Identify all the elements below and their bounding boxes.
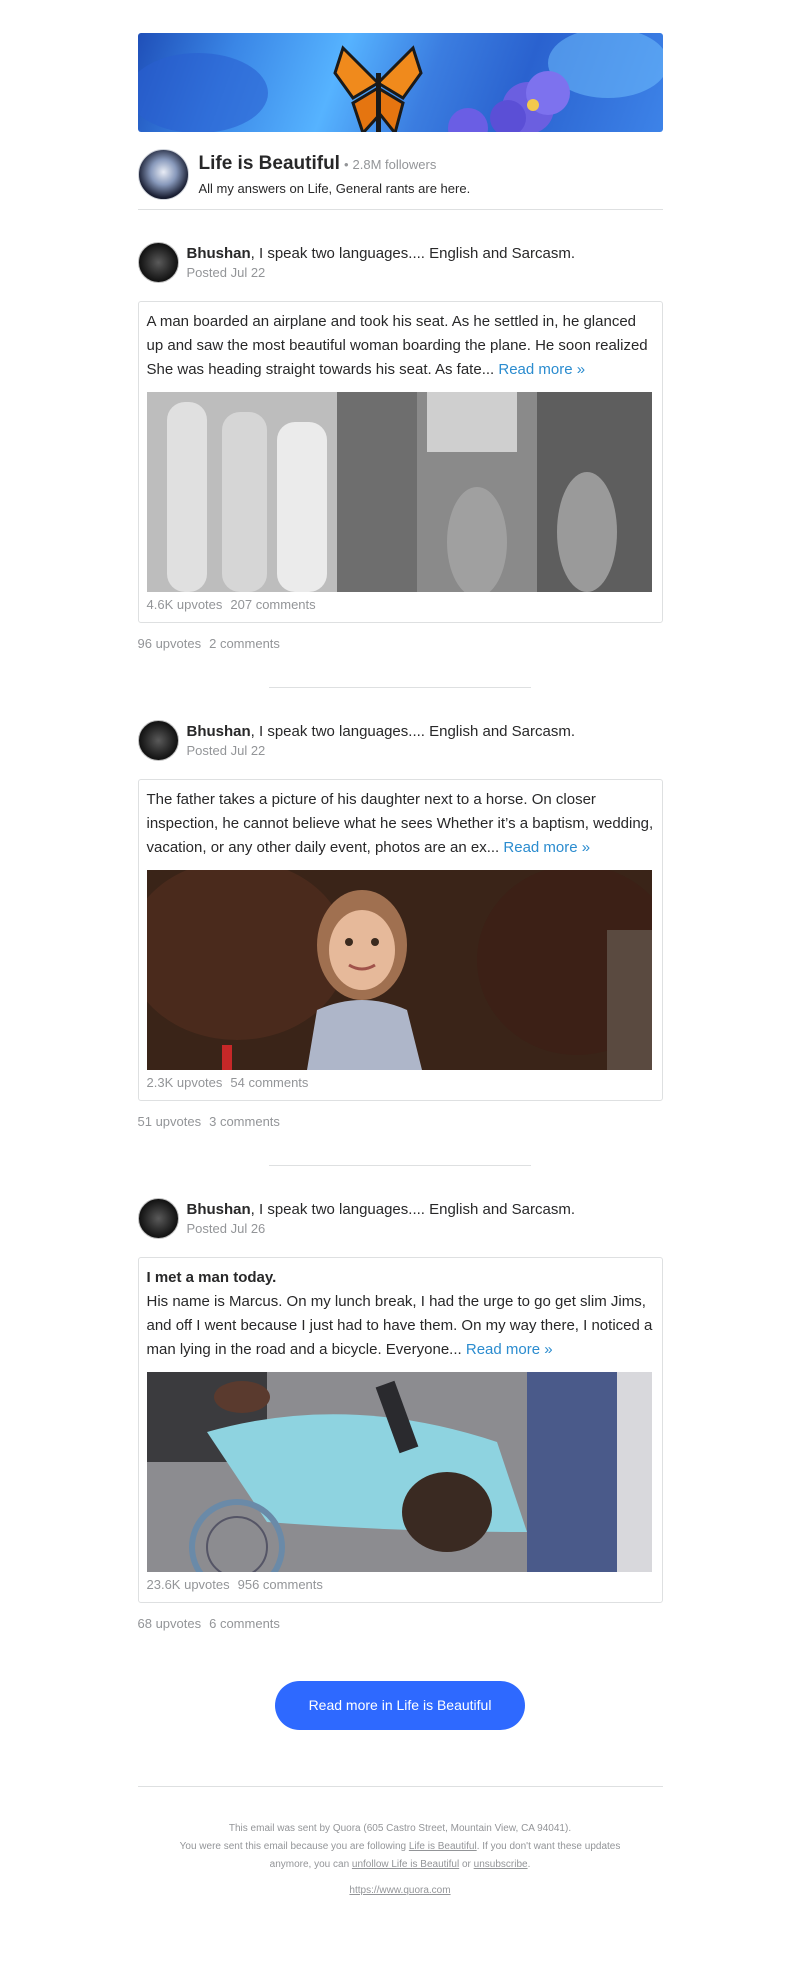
author-avatar[interactable] bbox=[137, 720, 179, 761]
post-image[interactable] bbox=[146, 392, 652, 592]
card-upvotes: 23.6K upvotes bbox=[146, 1577, 230, 1592]
space-title[interactable]: Life is Beautiful bbox=[199, 153, 340, 175]
post-item: Bhushan, I speak two languages.... Engli… bbox=[137, 242, 663, 651]
footer-sender-line: This email was sent by Quora (605 Castro… bbox=[228, 1823, 572, 1834]
footer-unsubscribe-line: anymore, you can unfollow Life is Beauti… bbox=[138, 1856, 663, 1874]
footer-reason-text-2: . If you don't want these updates bbox=[476, 1841, 621, 1852]
author-avatar[interactable] bbox=[137, 1198, 179, 1239]
post-card[interactable]: The father takes a picture of his daught… bbox=[137, 779, 663, 1101]
post-image[interactable] bbox=[146, 1372, 652, 1572]
card-upvotes: 2.3K upvotes bbox=[146, 1075, 223, 1090]
author-name[interactable]: Bhushan bbox=[187, 723, 251, 740]
author-credential: , I speak two languages.... English and … bbox=[250, 723, 576, 740]
post-divider bbox=[269, 687, 531, 688]
post-card[interactable]: I met a man today. His name is Marcus. O… bbox=[137, 1257, 663, 1603]
card-comments[interactable]: 956 comments bbox=[238, 1577, 323, 1592]
post-comments[interactable]: 2 comments bbox=[209, 636, 280, 651]
post-body: I met a man today. His name is Marcus. O… bbox=[147, 1266, 654, 1362]
post-body: A man boarded an airplane and took his s… bbox=[147, 310, 654, 382]
post-body-text: His name is Marcus. On my lunch break, I… bbox=[146, 1293, 653, 1358]
post-divider bbox=[269, 1165, 531, 1166]
post-item: Bhushan, I speak two languages.... Engli… bbox=[137, 720, 663, 1129]
post-upvotes: 96 upvotes bbox=[137, 636, 202, 651]
footer-divider bbox=[137, 1786, 663, 1787]
post-item: Bhushan, I speak two languages.... Engli… bbox=[137, 1198, 663, 1631]
read-more-link[interactable]: Read more » bbox=[498, 361, 585, 378]
read-more-link[interactable]: Read more » bbox=[503, 839, 590, 856]
footer-or-text: or bbox=[459, 1859, 474, 1870]
author-credential: , I speak two languages.... English and … bbox=[250, 1201, 576, 1218]
footer-reason-line: You were sent this email because you are… bbox=[138, 1838, 663, 1856]
space-avatar[interactable] bbox=[137, 149, 189, 200]
read-more-link[interactable]: Read more » bbox=[466, 1341, 553, 1358]
footer-anymore-text: anymore, you can bbox=[269, 1859, 352, 1870]
card-upvotes: 4.6K upvotes bbox=[146, 597, 223, 612]
read-more-in-space-button[interactable]: Read more in Life is Beautiful bbox=[275, 1681, 525, 1730]
post-comments[interactable]: 3 comments bbox=[209, 1114, 280, 1129]
post-upvotes: 68 upvotes bbox=[137, 1616, 202, 1631]
post-body: The father takes a picture of his daught… bbox=[147, 788, 654, 860]
quora-url-link[interactable]: https://www.quora.com bbox=[138, 1882, 663, 1900]
unfollow-space-link[interactable]: unfollow Life is Beautiful bbox=[352, 1859, 459, 1870]
banner-illustration bbox=[137, 33, 663, 132]
post-date: Posted Jul 26 bbox=[186, 1221, 266, 1236]
author-avatar[interactable] bbox=[137, 242, 179, 283]
card-comments[interactable]: 207 comments bbox=[230, 597, 315, 612]
post-card[interactable]: A man boarded an airplane and took his s… bbox=[137, 301, 663, 623]
author-name[interactable]: Bhushan bbox=[187, 1201, 251, 1218]
post-headline: I met a man today. bbox=[146, 1269, 277, 1286]
footer-reason-text: You were sent this email because you are… bbox=[179, 1841, 409, 1852]
author-name[interactable]: Bhushan bbox=[187, 245, 251, 262]
card-comments[interactable]: 54 comments bbox=[230, 1075, 308, 1090]
email-footer: This email was sent by Quora (605 Castro… bbox=[138, 1820, 663, 1900]
footer-period: . bbox=[527, 1859, 531, 1870]
post-upvotes: 51 upvotes bbox=[137, 1114, 202, 1129]
post-date: Posted Jul 22 bbox=[186, 265, 266, 280]
unsubscribe-link[interactable]: unsubscribe bbox=[474, 1859, 528, 1870]
footer-space-link[interactable]: Life is Beautiful bbox=[409, 1841, 477, 1852]
separator-dot: • bbox=[343, 157, 349, 172]
space-followers-count: 2.8M followers bbox=[352, 157, 437, 172]
author-credential: , I speak two languages.... English and … bbox=[250, 245, 576, 262]
post-image[interactable] bbox=[146, 870, 652, 1070]
space-description: All my answers on Life, General rants ar… bbox=[198, 181, 471, 196]
post-comments[interactable]: 6 comments bbox=[209, 1616, 280, 1631]
space-header: Life is Beautiful • 2.8M followers All m… bbox=[137, 149, 663, 210]
space-banner-image[interactable] bbox=[137, 33, 663, 132]
post-date: Posted Jul 22 bbox=[186, 743, 266, 758]
